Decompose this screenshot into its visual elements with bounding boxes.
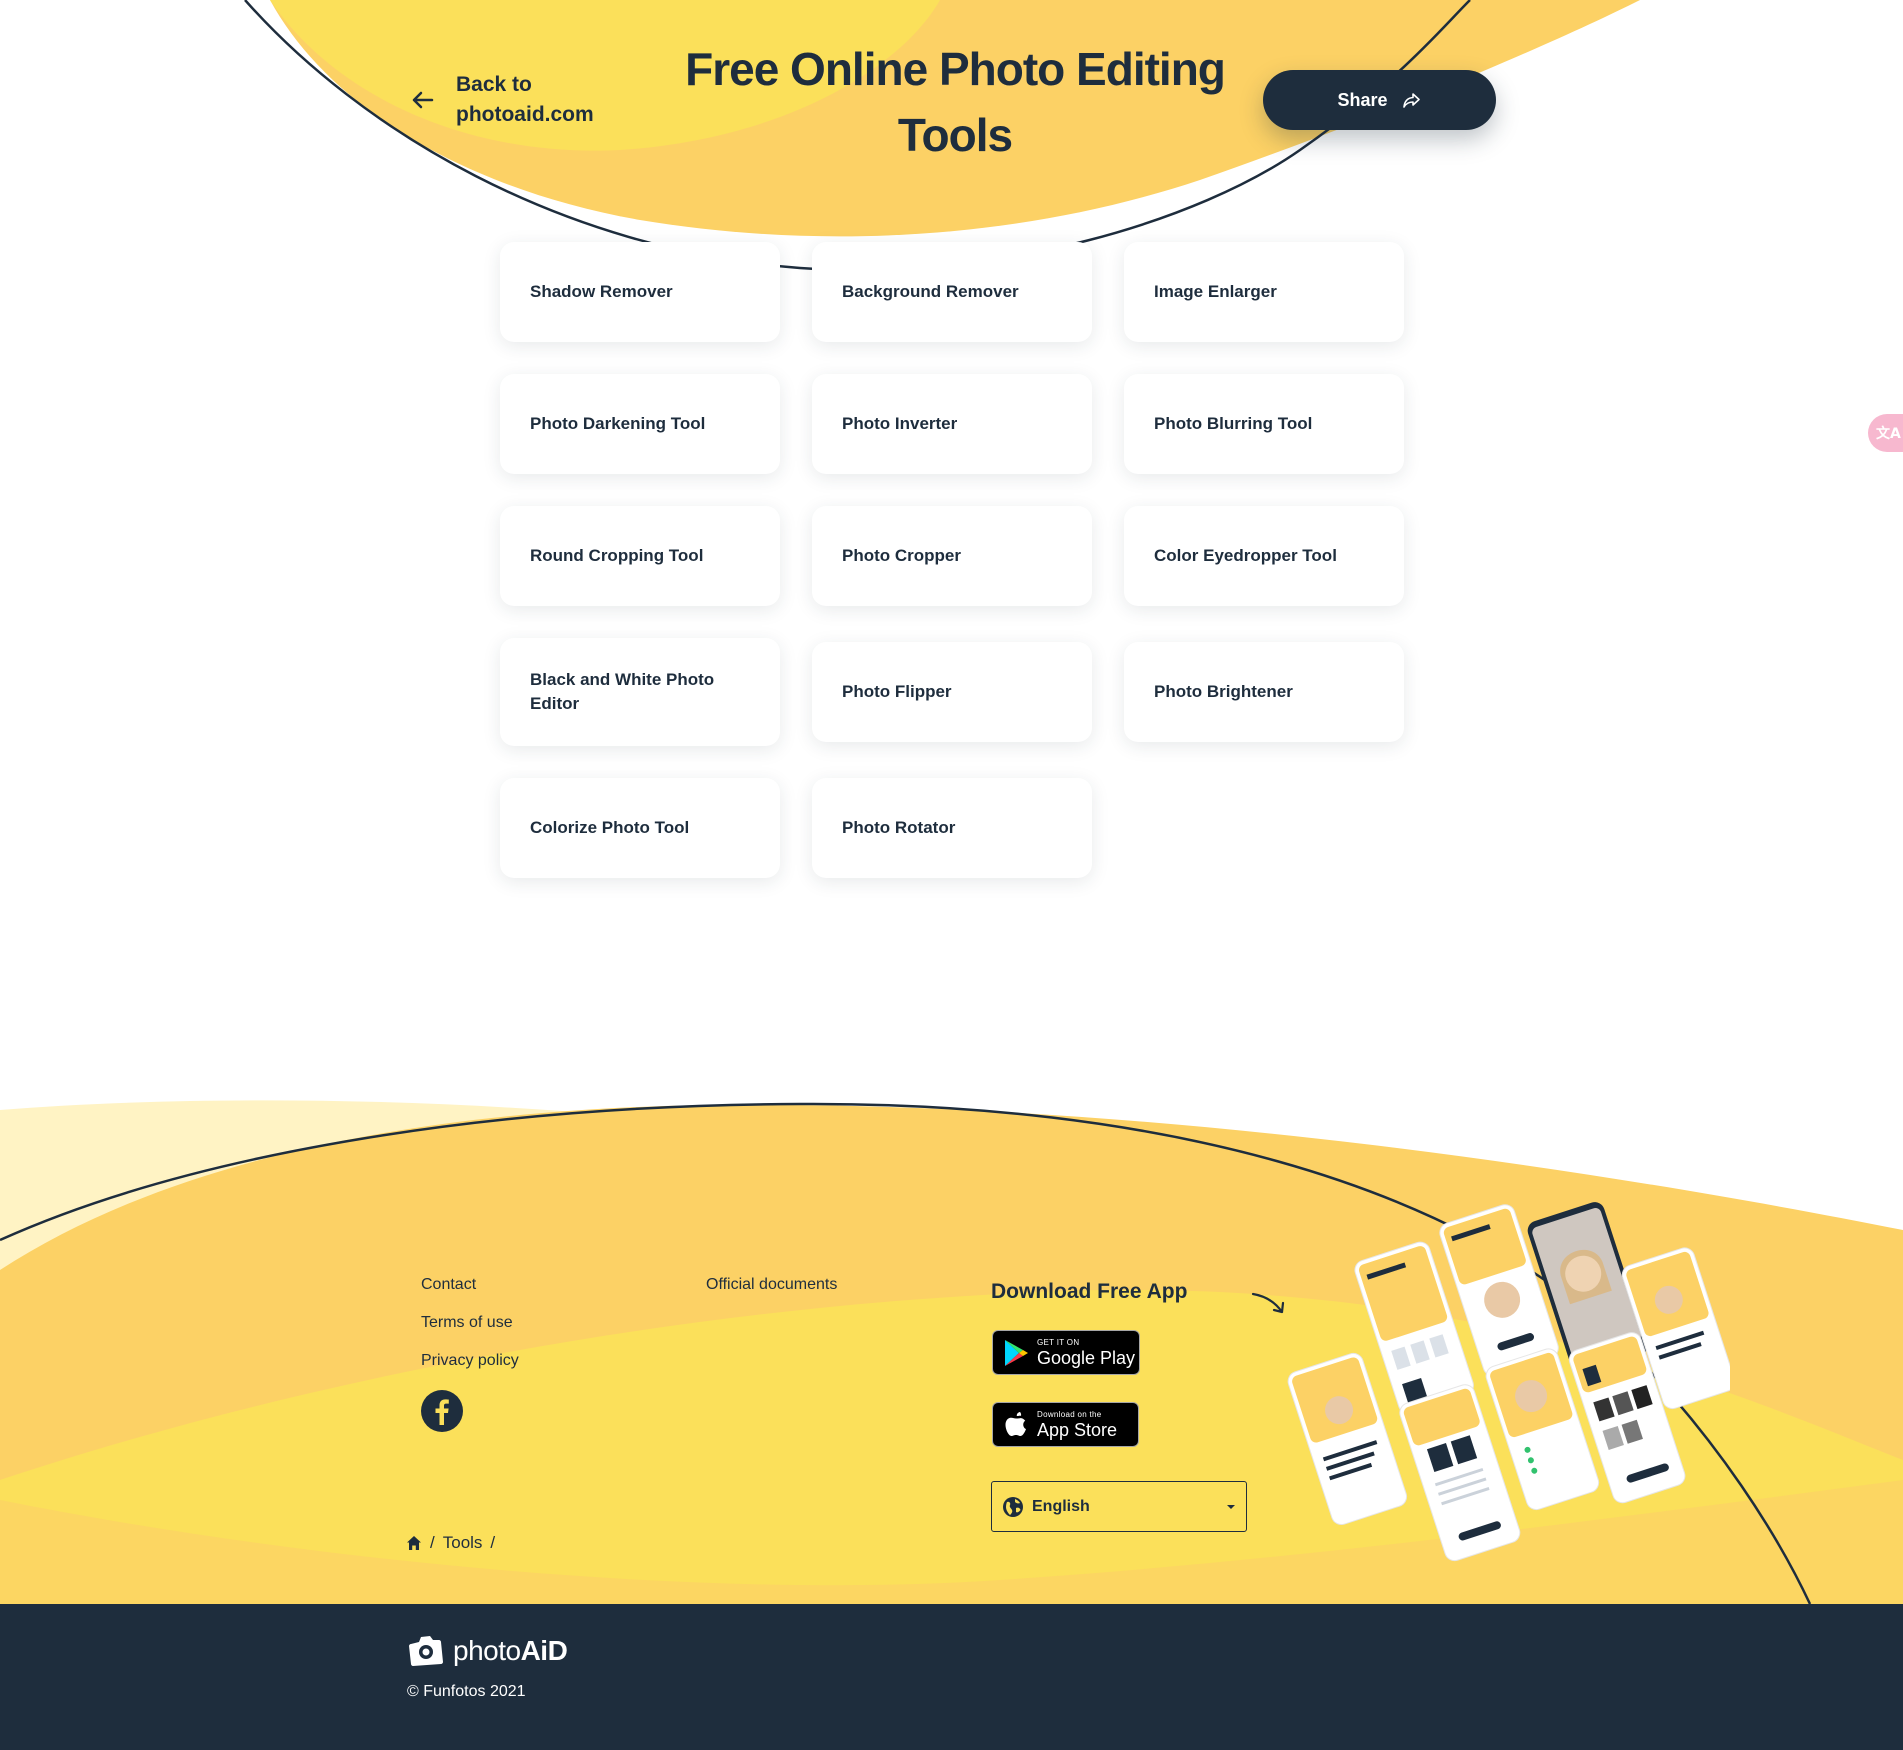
back-to-home-link[interactable]: Back to photoaid.com xyxy=(408,70,606,130)
logo-text-light: photo xyxy=(453,1635,521,1666)
footer-link-privacy[interactable]: Privacy policy xyxy=(421,1352,519,1372)
tool-label: Image Enlarger xyxy=(1154,282,1277,301)
tool-label: Photo Inverter xyxy=(842,414,958,433)
tool-card-image-enlarger[interactable]: Image Enlarger xyxy=(1124,242,1404,342)
breadcrumb-separator: / xyxy=(430,1533,435,1552)
tool-label: Photo Cropper xyxy=(842,546,961,565)
tool-card-photo-flipper[interactable]: Photo Flipper xyxy=(812,642,1092,742)
chevron-down-icon xyxy=(1227,1504,1235,1509)
app-store-big-text: App Store xyxy=(1037,1419,1118,1440)
tool-label: Photo Darkening Tool xyxy=(530,414,706,433)
photoaid-logo[interactable]: photoAiD xyxy=(407,1634,568,1668)
facebook-icon[interactable] xyxy=(421,1390,463,1432)
language-select[interactable]: English xyxy=(991,1481,1247,1532)
tool-card-background-remover[interactable]: Background Remover xyxy=(812,242,1092,342)
language-label: English xyxy=(1032,1497,1090,1515)
share-label: Share xyxy=(1337,89,1388,110)
page-title: Free Online Photo Editing Tools xyxy=(685,43,1226,161)
tool-label: Photo Rotator xyxy=(842,818,956,837)
google-play-icon xyxy=(1005,1339,1028,1366)
tool-label: Color Eyedropper Tool xyxy=(1154,546,1337,565)
tool-label: Photo Brightener xyxy=(1154,682,1293,701)
share-arrow-icon xyxy=(1402,93,1420,108)
apple-icon xyxy=(1005,1411,1026,1436)
breadcrumb-separator: / xyxy=(490,1533,496,1552)
tool-label: Shadow Remover xyxy=(530,282,673,301)
tool-card-color-eyedropper[interactable]: Color Eyedropper Tool xyxy=(1124,506,1404,606)
app-store-badge[interactable]: Download on the App Store xyxy=(992,1402,1139,1447)
home-icon[interactable] xyxy=(406,1535,422,1551)
google-play-small-text: GET IT ON xyxy=(1037,1337,1080,1347)
globe-icon xyxy=(1003,1496,1023,1517)
tool-label: Background Remover xyxy=(842,282,1019,301)
tool-label: Round Cropping Tool xyxy=(530,546,704,565)
app-screens-illustration xyxy=(1287,1202,1730,1562)
bottom-bar xyxy=(0,1604,1903,1750)
google-play-big-text: Google Play xyxy=(1037,1347,1136,1368)
tool-label: Colorize Photo Tool xyxy=(530,818,690,837)
copyright: © Funfotos 2021 xyxy=(407,1683,526,1700)
tool-label: Photo Flipper xyxy=(842,682,952,701)
footer-links: Contact Terms of use Privacy policy xyxy=(421,1276,519,1390)
footer-link-official-documents[interactable]: Official documents xyxy=(706,1276,837,1294)
tool-card-photo-darkening[interactable]: Photo Darkening Tool xyxy=(500,374,780,474)
share-button[interactable]: Share xyxy=(1263,70,1496,130)
breadcrumb: / Tools / xyxy=(406,1533,495,1553)
app-store-small-text: Download on the xyxy=(1037,1409,1102,1419)
camera-logo-icon xyxy=(409,1636,443,1666)
breadcrumb-tools[interactable]: Tools xyxy=(443,1533,483,1553)
translate-extension-tab[interactable]: 文A xyxy=(1868,414,1903,452)
tool-card-black-and-white[interactable]: Black and White Photo Editor xyxy=(500,638,780,746)
google-play-badge[interactable]: GET IT ON Google Play xyxy=(992,1330,1140,1375)
footer-link-contact[interactable]: Contact xyxy=(421,1276,519,1296)
tool-card-shadow-remover[interactable]: Shadow Remover xyxy=(500,242,780,342)
footer-link-terms[interactable]: Terms of use xyxy=(421,1314,519,1334)
tool-label: Photo Blurring Tool xyxy=(1154,414,1313,433)
tool-card-photo-inverter[interactable]: Photo Inverter xyxy=(812,374,1092,474)
tool-card-colorize-photo[interactable]: Colorize Photo Tool xyxy=(500,778,780,878)
arrow-left-icon xyxy=(412,91,434,109)
back-link-label: Back to photoaid.com xyxy=(456,73,594,126)
tool-card-photo-cropper[interactable]: Photo Cropper xyxy=(812,506,1092,606)
tool-card-photo-rotator[interactable]: Photo Rotator xyxy=(812,778,1092,878)
logo-text-bold: AiD xyxy=(520,1635,568,1666)
tool-label: Black and White Photo Editor xyxy=(530,670,715,713)
translate-icon: 文A xyxy=(1876,426,1901,442)
tool-card-photo-brightener[interactable]: Photo Brightener xyxy=(1124,642,1404,742)
tool-card-round-cropping[interactable]: Round Cropping Tool xyxy=(500,506,780,606)
download-app-title: Download Free App xyxy=(991,1280,1188,1303)
tool-card-photo-blurring[interactable]: Photo Blurring Tool xyxy=(1124,374,1404,474)
